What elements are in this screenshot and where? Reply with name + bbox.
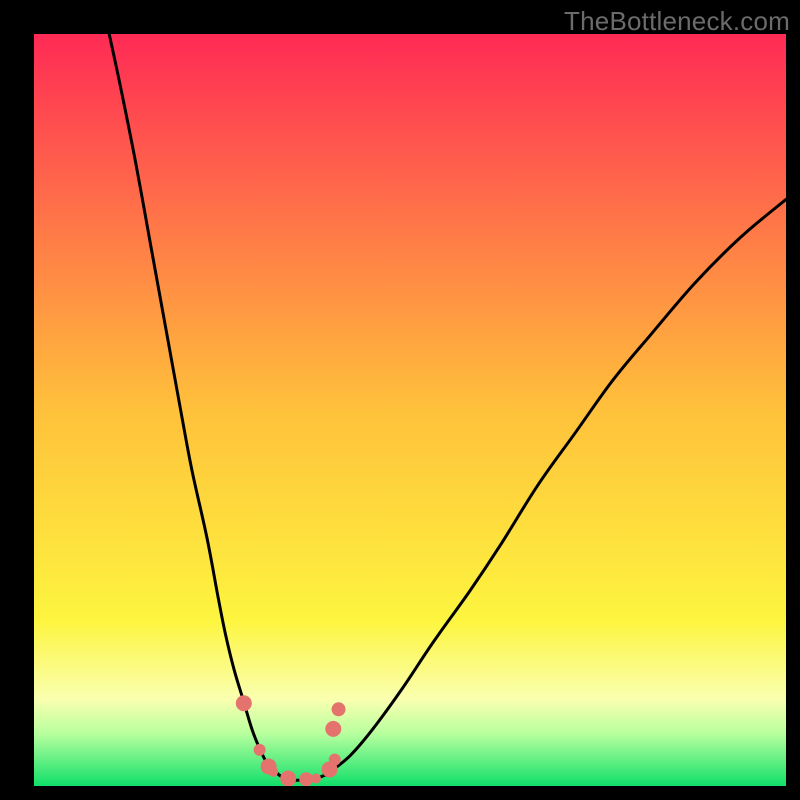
scatter-point — [325, 721, 341, 737]
scatter-point — [332, 702, 346, 716]
scatter-point — [254, 744, 266, 756]
watermark-text: TheBottleneck.com — [564, 6, 790, 37]
scatter-point — [268, 767, 278, 777]
scatter-point — [311, 773, 321, 783]
plot-area — [34, 34, 786, 786]
scatter-point — [329, 754, 341, 766]
outer-black-frame: TheBottleneck.com — [0, 0, 800, 800]
scatter-point — [236, 695, 252, 711]
chart-svg — [34, 34, 786, 786]
gradient-background — [34, 34, 786, 786]
scatter-point — [280, 770, 296, 786]
